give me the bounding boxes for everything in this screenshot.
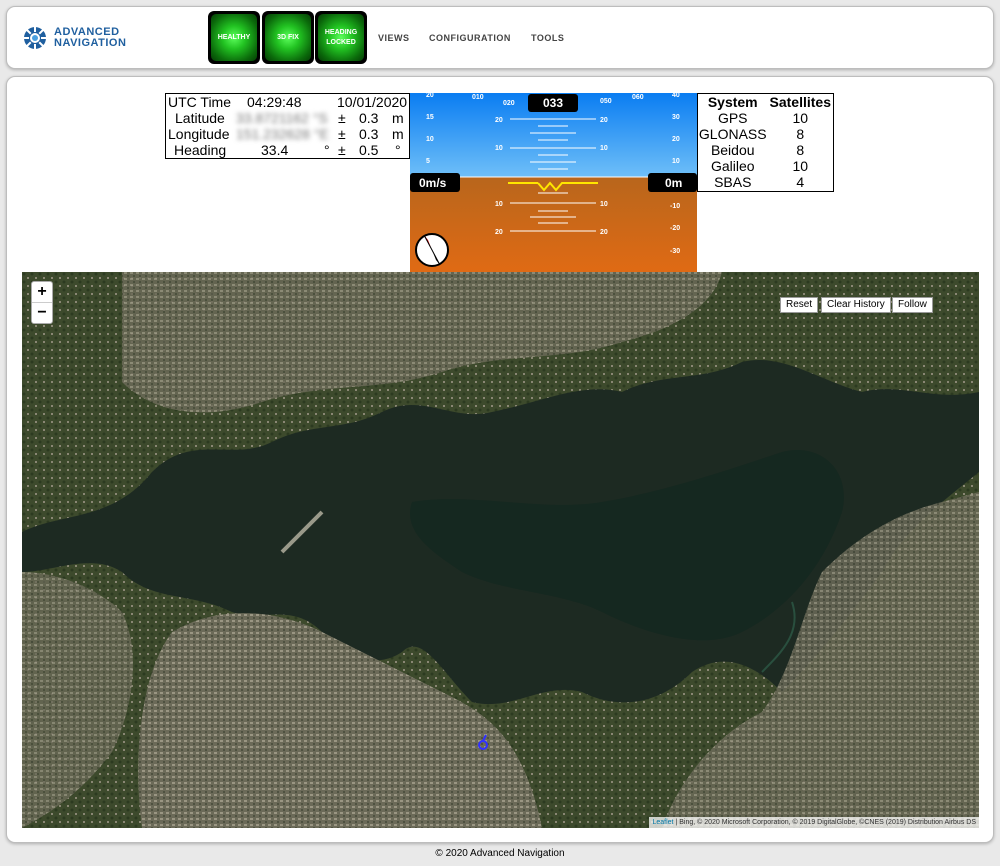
satellite-count: 8 bbox=[796, 126, 805, 142]
satellite-system: Galileo bbox=[710, 158, 755, 174]
status-heading-label-1: HEADING bbox=[324, 28, 358, 36]
latitude-unit: m bbox=[392, 110, 404, 126]
brand-logo[interactable]: ADVANCED NAVIGATION bbox=[22, 25, 126, 51]
satellite-count: 10 bbox=[792, 158, 809, 174]
status-fix-indicator[interactable]: 3D FIX bbox=[262, 11, 314, 64]
heading-value: 33.4 bbox=[261, 142, 289, 158]
satellite-system: Beidou bbox=[710, 142, 755, 158]
satellite-system: GLONASS bbox=[698, 126, 767, 142]
adi-alt-scale-20: 20 bbox=[672, 136, 680, 143]
adi-left-scale-10: 10 bbox=[426, 136, 434, 143]
table-row: Beidou 8 bbox=[698, 142, 833, 158]
longitude-unit: m bbox=[392, 126, 404, 142]
adi-alt-scale-m30: -30 bbox=[670, 248, 680, 255]
status-heading-label-2: LOCKED bbox=[326, 38, 356, 46]
leaflet-link[interactable]: Leaflet bbox=[652, 819, 673, 826]
adi-pitch-label-20-down-right: 20 bbox=[600, 229, 608, 236]
adi-pitch-label-10-down-right: 10 bbox=[600, 201, 608, 208]
brand-line2: NAVIGATION bbox=[54, 37, 127, 49]
latitude-value: 33.8721162 °S bbox=[236, 110, 328, 126]
heading-pm: ± bbox=[338, 142, 346, 158]
nav-views[interactable]: VIEWS bbox=[378, 33, 410, 43]
attitude-indicator: 010 020 050 060 033 20 15 10 5 40 30 20 … bbox=[410, 93, 697, 273]
longitude-pm: ± bbox=[338, 126, 346, 142]
status-healthy-label: HEALTHY bbox=[217, 33, 251, 41]
adi-alt-scale-10: 10 bbox=[672, 158, 680, 165]
compass-icon bbox=[415, 233, 449, 267]
table-row: GLONASS 8 bbox=[698, 126, 833, 142]
adi-pitch-label-10-up-right: 10 bbox=[600, 145, 608, 152]
heading-row: Heading 33.4 ° ± 0.5 ° bbox=[166, 142, 409, 158]
adi-heading-tick-060: 060 bbox=[632, 94, 644, 101]
footer-copyright: © 2020 Advanced Navigation bbox=[435, 848, 565, 859]
utc-row: UTC Time 04:29:48 10/01/2020 bbox=[166, 94, 409, 110]
satellite-count: 4 bbox=[796, 174, 805, 190]
clear-history-button[interactable]: Clear History bbox=[821, 297, 891, 313]
satellites-header-system: System bbox=[707, 94, 758, 110]
table-row: GPS 10 bbox=[698, 110, 833, 126]
zoom-out-button[interactable]: − bbox=[32, 303, 52, 324]
satellite-count: 8 bbox=[796, 142, 805, 158]
adi-alt-scale-40: 40 bbox=[672, 93, 680, 99]
adi-altitude: 0m bbox=[665, 176, 682, 190]
heading-unit: ° bbox=[395, 142, 401, 158]
utc-label: UTC Time bbox=[168, 94, 231, 110]
attribution-text: | Bing, © 2020 Microsoft Corporation, © … bbox=[675, 819, 976, 826]
table-row: Galileo 10 bbox=[698, 158, 833, 174]
latitude-row: Latitude 33.8721162 °S ± 0.3 m bbox=[166, 110, 409, 126]
longitude-row: Longitude 151.232628 °E ± 0.3 m bbox=[166, 126, 409, 142]
satellite-count: 10 bbox=[792, 110, 809, 126]
map-attribution: Leaflet | Bing, © 2020 Microsoft Corpora… bbox=[649, 817, 979, 828]
adi-heading-tick-050: 050 bbox=[600, 98, 612, 105]
satellite-system: SBAS bbox=[714, 174, 752, 190]
latitude-label: Latitude bbox=[175, 110, 225, 126]
zoom-in-button[interactable]: + bbox=[32, 282, 52, 303]
longitude-label: Longitude bbox=[168, 126, 230, 142]
utc-date: 10/01/2020 bbox=[337, 94, 408, 110]
satellites-header-row: System Satellites bbox=[698, 94, 833, 110]
heading-degree: ° bbox=[324, 142, 330, 158]
adi-pitch-label-20-down-left: 20 bbox=[495, 229, 503, 236]
status-fix-label: 3D FIX bbox=[277, 33, 299, 41]
satellites-table: System Satellites GPS 10 GLONASS 8 Beido… bbox=[697, 93, 834, 192]
heading-accuracy: 0.5 bbox=[359, 142, 379, 158]
table-row: SBAS 4 bbox=[698, 174, 833, 190]
nav-configuration[interactable]: CONFIGURATION bbox=[429, 33, 511, 43]
status-heading-indicator[interactable]: HEADING LOCKED bbox=[315, 11, 367, 64]
position-table: UTC Time 04:29:48 10/01/2020 Latitude 33… bbox=[165, 93, 410, 159]
brand-logo-icon bbox=[23, 26, 47, 50]
adi-speed: 0m/s bbox=[419, 176, 447, 190]
latitude-accuracy: 0.3 bbox=[359, 110, 379, 126]
latitude-pm: ± bbox=[338, 110, 346, 126]
reset-button[interactable]: Reset bbox=[780, 297, 819, 313]
adi-alt-scale-m20: -20 bbox=[670, 225, 680, 232]
adi-alt-scale-m10: -10 bbox=[670, 203, 680, 210]
top-header: ADVANCED NAVIGATION HEALTHY 3D FIX HEADI… bbox=[6, 6, 994, 69]
adi-left-scale-20: 20 bbox=[426, 93, 434, 99]
utc-time: 04:29:48 bbox=[247, 94, 302, 110]
adi-pitch-label-20-up-right: 20 bbox=[600, 117, 608, 124]
adi-pitch-label-20-up-left: 20 bbox=[495, 117, 503, 124]
nav-tools[interactable]: TOOLS bbox=[531, 33, 564, 43]
adi-pitch-label-10-down-left: 10 bbox=[495, 201, 503, 208]
adi-left-scale-15: 15 bbox=[426, 114, 434, 121]
status-healthy-indicator[interactable]: HEALTHY bbox=[208, 11, 260, 64]
satellites-header-count: Satellites bbox=[769, 94, 831, 110]
follow-button[interactable]: Follow bbox=[892, 297, 933, 313]
adi-alt-scale-30: 30 bbox=[672, 114, 680, 121]
longitude-value: 151.232628 °E bbox=[236, 126, 329, 142]
map-zoom-control: + − bbox=[31, 281, 53, 324]
satellite-map[interactable] bbox=[22, 272, 979, 828]
adi-pitch-label-10-up-left: 10 bbox=[495, 145, 503, 152]
heading-label: Heading bbox=[174, 142, 227, 158]
adi-heading-tick-010: 010 bbox=[472, 94, 484, 101]
adi-heading-tick-020: 020 bbox=[503, 100, 515, 107]
brand-name: ADVANCED NAVIGATION bbox=[54, 27, 126, 49]
satellite-system: GPS bbox=[717, 110, 748, 126]
adi-heading-readout: 033 bbox=[543, 96, 563, 110]
adi-left-scale-5: 5 bbox=[426, 158, 430, 165]
longitude-accuracy: 0.3 bbox=[359, 126, 379, 142]
